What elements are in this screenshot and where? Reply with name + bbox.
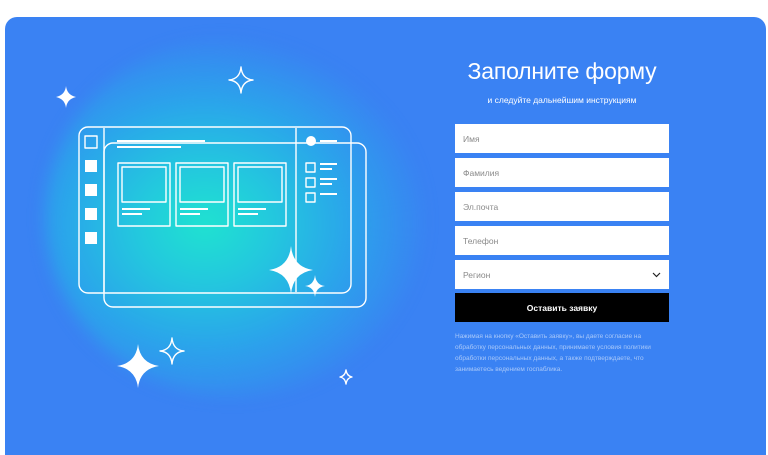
card-3-line-1	[238, 208, 266, 210]
content-card-1	[117, 162, 171, 227]
outline-sparkle-icon-top	[228, 66, 254, 94]
chevron-down-icon	[652, 272, 661, 277]
sidebar-box-outline	[84, 135, 98, 149]
right-checkbox-1	[305, 162, 316, 173]
sidebar-box-4	[85, 232, 97, 244]
sidebar-box-2	[85, 184, 97, 196]
card-2-line-2	[180, 213, 200, 215]
sparkle-icon-large	[269, 246, 313, 294]
content-card-3-image	[237, 166, 283, 203]
sparkle-icon-bottom-left	[117, 344, 159, 388]
name-field[interactable]	[455, 124, 669, 153]
outline-sparkle-icon-small	[339, 369, 353, 385]
form-title: Заполните форму	[467, 58, 657, 84]
email-field[interactable]	[455, 192, 669, 221]
right-line-1b	[320, 168, 332, 170]
content-card-2-image	[179, 166, 225, 203]
right-checkbox-3	[305, 192, 316, 203]
request-form-section: Заполните форму и следуйте дальнейшим ин…	[5, 17, 766, 455]
region-select[interactable]: Регион	[455, 260, 669, 289]
submit-request-button[interactable]: Оставить заявку	[455, 293, 669, 322]
right-line-2	[320, 178, 337, 180]
content-card-2	[175, 162, 229, 227]
content-card-1-image	[121, 166, 167, 203]
content-card-3	[233, 162, 287, 227]
region-select-value: Регион	[463, 269, 491, 280]
consent-text: Нажимая на кнопку «Оставить заявку», вы …	[455, 333, 651, 373]
right-line-2b	[320, 183, 332, 185]
front-window-frame	[78, 126, 352, 294]
form-subtitle: и следуйте дальнейшим инструкциям	[487, 95, 637, 105]
card-2-line-1	[180, 208, 208, 210]
avatar-icon	[306, 136, 316, 146]
card-1-line-2	[122, 213, 142, 215]
header-line-2	[117, 146, 181, 148]
avatar-line	[320, 140, 337, 142]
card-3-line-2	[238, 213, 258, 215]
sidebar-box-1	[85, 160, 97, 172]
right-checkbox-2	[305, 177, 316, 188]
card-1-line-1	[122, 208, 150, 210]
request-form: Заполните форму и следуйте дальнейшим ин…	[455, 17, 669, 455]
surname-field[interactable]	[455, 158, 669, 187]
phone-field[interactable]	[455, 226, 669, 255]
sparkle-icon-top-left	[56, 86, 76, 108]
dashboard-illustration	[56, 66, 367, 388]
right-line-1	[320, 163, 337, 165]
outline-sparkle-icon-bottom	[159, 337, 185, 365]
header-line-1	[117, 140, 205, 142]
right-line-3	[320, 193, 337, 195]
sidebar-box-3	[85, 208, 97, 220]
